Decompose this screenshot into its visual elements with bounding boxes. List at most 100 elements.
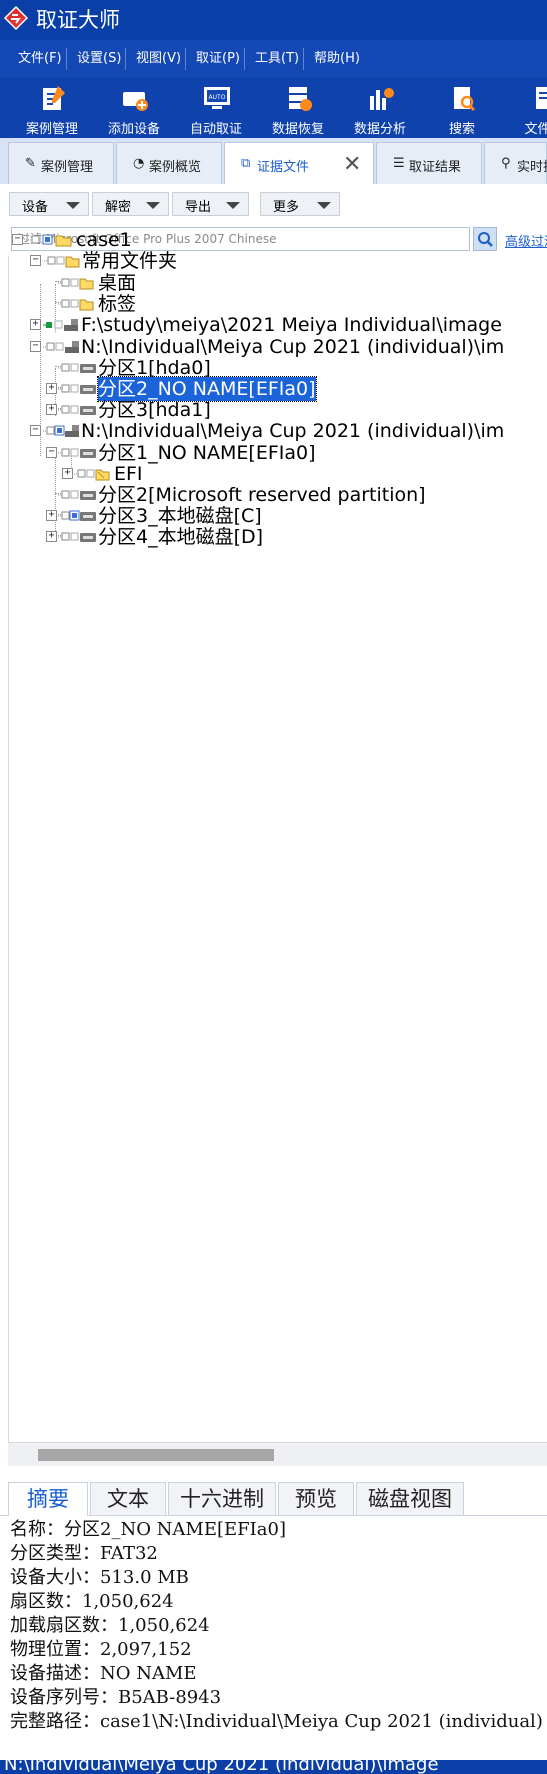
svg-text:AUTO: AUTO <box>209 94 226 101</box>
partition-icon <box>58 448 96 458</box>
file-filter-icon <box>536 87 547 109</box>
scrollbar-thumb[interactable] <box>38 1449 274 1461</box>
search-submit-button[interactable] <box>473 227 497 251</box>
detail-serial-number: 设备序列号：B5AB-8943 <box>10 1687 222 1708</box>
data-analysis-button[interactable]: 数据分析 <box>340 78 420 138</box>
partition-icon <box>58 532 96 542</box>
search-icon: ⚲ <box>501 156 511 171</box>
partition-icon <box>58 510 96 521</box>
disk-image-icon <box>43 425 79 437</box>
search-button[interactable]: 搜索 <box>422 78 502 138</box>
expand-icon[interactable]: + <box>46 383 57 394</box>
copy-icon: ⧉ <box>241 156 251 171</box>
partition-icon <box>58 363 96 373</box>
data-recovery-icon <box>289 87 312 111</box>
folder-icon <box>58 278 94 290</box>
tab-text[interactable]: 文本 <box>90 1482 166 1516</box>
tab-summary[interactable]: 摘要 <box>8 1482 88 1517</box>
add-device-button[interactable]: 添加设备 <box>94 78 174 138</box>
detail-partition-type: 分区类型：FAT32 <box>10 1543 158 1564</box>
export-dropdown[interactable]: 导出 <box>172 192 249 216</box>
detail-name: 名称：分区2_NO NAME[EFIa0] <box>10 1519 286 1540</box>
add-device-icon <box>123 92 148 111</box>
menu-settings[interactable]: 设置(S) <box>77 40 121 78</box>
expand-icon[interactable]: + <box>62 468 73 479</box>
summary-panel: 名称：分区2_NO NAME[EFIa0] 分区类型：FAT32 设备大小：51… <box>0 1516 547 1760</box>
device-dropdown[interactable]: 设备 <box>9 192 89 216</box>
advanced-filter-link[interactable]: 高级过滤 <box>505 231 547 250</box>
collapse-icon[interactable]: − <box>30 255 41 266</box>
edit-icon: ✎ <box>25 156 36 171</box>
tab-disk-view[interactable]: 磁盘视图 <box>356 1482 464 1516</box>
menu-bar: 文件(F) 设置(S) 视图(V) 取证(P) 工具(T) 帮助(H) <box>0 40 547 78</box>
partition-icon <box>58 490 96 500</box>
tab-case-manage[interactable]: ✎ 案例管理 <box>8 142 114 184</box>
folder-icon <box>58 299 94 311</box>
tab-case-overview[interactable]: ◔ 案例概览 <box>116 142 222 184</box>
partition-icon <box>58 384 96 394</box>
tab-forensic-results[interactable]: ☰ 取证结果 <box>376 142 482 184</box>
menu-help[interactable]: 帮助(H) <box>314 40 360 78</box>
collapse-icon[interactable]: − <box>12 234 23 245</box>
collapse-icon[interactable]: − <box>30 425 41 436</box>
auto-forensics-button[interactable]: AUTO 自动取证 <box>176 78 256 138</box>
file-filter-button[interactable]: 文件过 <box>504 78 547 138</box>
menu-view[interactable]: 视图(V) <box>136 40 181 78</box>
toolbar: 案例管理 添加设备 AUTO 自动取证 数据恢复 数据分析 搜索 文件过 <box>0 78 547 138</box>
folder-icon <box>74 469 110 481</box>
more-dropdown[interactable]: 更多 <box>260 192 340 216</box>
expand-icon[interactable]: + <box>46 531 57 542</box>
collapse-icon[interactable]: − <box>30 341 41 352</box>
tree-node-image-1[interactable]: + F:\study\meiya\2021 Meiya Individual\i… <box>30 313 547 337</box>
folder-icon <box>44 256 80 268</box>
expand-icon[interactable]: + <box>46 404 57 415</box>
tab-hex[interactable]: 十六进制 <box>168 1482 276 1516</box>
search-icon <box>478 232 493 247</box>
status-text: N:\Individual\Meiya Cup 2021 (individual… <box>4 1760 439 1774</box>
status-bar: N:\Individual\Meiya Cup 2021 (individual… <box>0 1760 547 1774</box>
tree-node-partition[interactable]: + 分区4_本地磁盘[D] <box>46 525 346 549</box>
collapse-icon[interactable]: − <box>46 447 57 458</box>
tree-node-common-folder[interactable]: − 常用文件夹 <box>30 249 290 273</box>
detail-device-description: 设备描述：NO NAME <box>10 1663 197 1684</box>
detail-physical-location: 物理位置：2,097,152 <box>10 1639 192 1660</box>
chevron-down-icon <box>66 202 80 209</box>
filter-bar: 设备 解密 导出 更多 <box>0 184 547 222</box>
detail-device-size: 设备大小：513.0 MB <box>10 1567 189 1588</box>
auto-icon: AUTO <box>204 87 230 109</box>
pie-icon: ◔ <box>133 156 145 171</box>
menu-tools[interactable]: 工具(T) <box>255 40 299 78</box>
tab-evidence-files[interactable]: ⧉ 证据文件 ✕ <box>224 142 374 185</box>
app-logo-icon <box>4 6 28 30</box>
decrypt-dropdown[interactable]: 解密 <box>92 192 169 216</box>
disk-image-icon <box>43 319 78 331</box>
title-bar: 取证大师 <box>0 0 547 40</box>
case-manage-icon <box>43 86 65 110</box>
expand-icon[interactable]: + <box>46 510 57 521</box>
chevron-down-icon <box>226 202 240 209</box>
tab-bar: ✎ 案例管理 ◔ 案例概览 ⧉ 证据文件 ✕ ☰ 取证结果 ⚲ 实时排 <box>0 138 547 185</box>
menu-forensics[interactable]: 取证(P) <box>196 40 240 78</box>
list-icon: ☰ <box>393 156 405 171</box>
tab-preview[interactable]: 预览 <box>278 1482 354 1516</box>
detail-tab-bar: 摘要 文本 十六进制 预览 磁盘视图 <box>0 1476 547 1517</box>
tab-realtime[interactable]: ⚲ 实时排 <box>484 142 547 184</box>
detail-loaded-sectors: 加载扇区数：1,050,624 <box>10 1615 210 1636</box>
case-folder-icon <box>26 234 72 247</box>
detail-sector-count: 扇区数：1,050,624 <box>10 1591 174 1612</box>
chevron-down-icon <box>146 202 160 209</box>
close-icon[interactable]: ✕ <box>343 154 361 176</box>
search-icon <box>454 87 476 112</box>
horizontal-scrollbar[interactable] <box>8 1442 547 1466</box>
expand-icon[interactable]: + <box>30 319 41 330</box>
data-recovery-button[interactable]: 数据恢复 <box>258 78 338 138</box>
app-title: 取证大师 <box>36 8 120 32</box>
tree-node-image-3[interactable]: − N:\Individual\Meiya Cup 2021 (individu… <box>30 419 547 443</box>
partition-icon <box>58 405 96 415</box>
case-manage-button[interactable]: 案例管理 <box>12 78 92 138</box>
disk-image-icon <box>43 341 79 353</box>
detail-full-path: 完整路径：case1\N:\Individual\Meiya Cup 2021 … <box>10 1711 543 1732</box>
menu-file[interactable]: 文件(F) <box>18 40 62 78</box>
data-analysis-icon <box>370 88 394 110</box>
chevron-down-icon <box>317 202 331 209</box>
